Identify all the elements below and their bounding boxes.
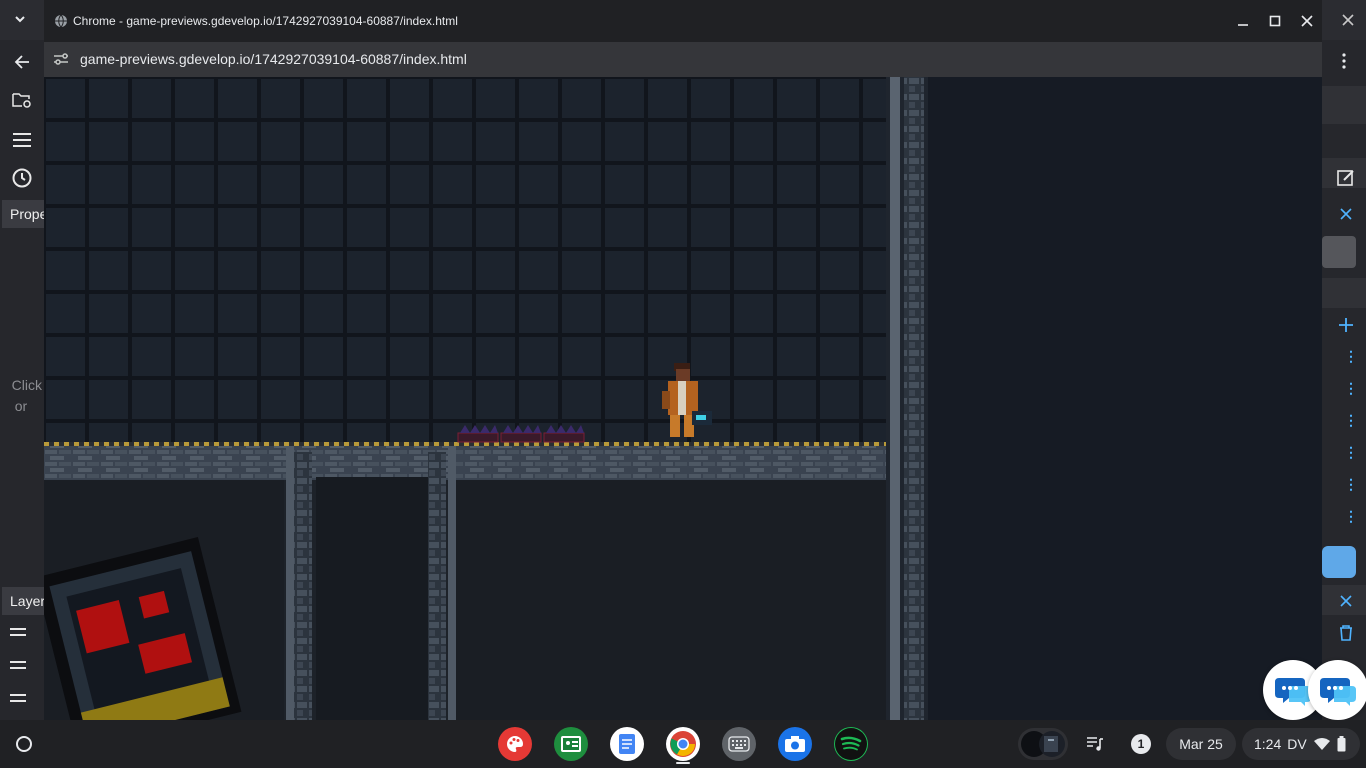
launcher-circle-icon: [16, 736, 32, 752]
more-options-icon[interactable]: ⋮: [1344, 348, 1358, 364]
time-text: 1:24: [1254, 736, 1282, 752]
playlist-music-icon: [1087, 737, 1103, 751]
layer-drag-handle[interactable]: [10, 628, 26, 636]
panel-close-button[interactable]: [1334, 589, 1358, 613]
folder-settings-button[interactable]: [8, 86, 36, 114]
browser-menu-button[interactable]: [1333, 48, 1355, 74]
app-keyboard[interactable]: [722, 727, 756, 761]
url-text[interactable]: game-previews.gdevelop.io/1742927039104-…: [80, 51, 467, 67]
hamburger-icon: [13, 133, 31, 147]
minimize-button[interactable]: [1232, 10, 1254, 32]
window-switcher-button[interactable]: [2, 0, 38, 38]
app-chrome[interactable]: [666, 727, 700, 761]
date-button[interactable]: Mar 25: [1166, 728, 1236, 760]
window-thumbnail-icon: [1021, 731, 1065, 757]
floor-bricks: [44, 446, 886, 480]
more-options-icon[interactable]: ⋮: [1344, 412, 1358, 428]
address-bar: game-previews.gdevelop.io/1742927039104-…: [44, 42, 1322, 77]
layer-drag-handle[interactable]: [10, 661, 26, 669]
add-button[interactable]: [1334, 313, 1358, 337]
close-icon: [1340, 208, 1352, 220]
notification-count-badge: 1: [1131, 734, 1151, 754]
close-button[interactable]: [1296, 10, 1318, 32]
classroom-icon: [561, 736, 581, 752]
camera-icon: [785, 736, 805, 752]
chrome-icon: [670, 731, 696, 757]
wifi-icon: [1313, 738, 1330, 750]
panel-close-button[interactable]: [1334, 202, 1358, 226]
shaft-wall: [286, 446, 294, 720]
game-canvas[interactable]: [44, 77, 1322, 720]
maximize-icon: [1269, 15, 1281, 27]
more-options-icon[interactable]: ⋮: [1344, 444, 1358, 460]
edit-object-button[interactable]: [1334, 166, 1358, 190]
more-options-icon[interactable]: ⋮: [1344, 476, 1358, 492]
globe-icon: [55, 14, 67, 28]
launcher-button[interactable]: [12, 732, 36, 756]
window-title: Chrome - game-previews.gdevelop.io/17429…: [73, 14, 458, 28]
editor-menu-button[interactable]: [6, 126, 38, 154]
wall-panels: [44, 77, 886, 443]
plus-icon: [1339, 318, 1353, 332]
properties-tab[interactable]: Properties: [2, 200, 44, 228]
chat-icon: [1275, 678, 1311, 706]
chrome-title-bar: Chrome - game-previews.gdevelop.io/17429…: [44, 0, 1322, 42]
keyboard-icon: [728, 736, 750, 752]
editor-left-panel: Properties Click or Layers: [0, 40, 44, 720]
maximize-button[interactable]: [1264, 10, 1286, 32]
trash-icon: [1340, 625, 1352, 641]
close-icon: [1342, 14, 1354, 26]
screen: Properties Click or Layers ⋮ ⋮ ⋮ ⋮ ⋮ ⋮ C…: [0, 0, 1366, 768]
editor-history-button[interactable]: [6, 164, 38, 192]
status-area-button[interactable]: 1:24 DV: [1242, 728, 1360, 760]
delete-button[interactable]: [1334, 621, 1358, 645]
void-area: [928, 77, 1322, 720]
close-icon: [1301, 15, 1313, 27]
chat-icon: [1320, 678, 1356, 706]
media-controls-button[interactable]: [1084, 728, 1106, 760]
minimize-icon: [1238, 24, 1248, 26]
empty-hint-line2: or: [14, 398, 28, 414]
primary-action-button[interactable]: [1322, 546, 1356, 578]
hazard-stripe: [44, 442, 886, 446]
active-app-indicator: [676, 762, 690, 764]
more-vert-icon: [1342, 53, 1346, 69]
app-sketch[interactable]: [498, 727, 532, 761]
chat-launcher[interactable]: [1308, 660, 1366, 720]
shelf: 1 Mar 25 1:24 DV: [0, 720, 1366, 768]
app-camera[interactable]: [778, 727, 812, 761]
tune-icon: [54, 53, 68, 65]
phone-hub-button[interactable]: [1018, 728, 1068, 760]
edit-icon: [1337, 170, 1354, 186]
battery-icon: [1337, 736, 1346, 752]
folder-gear-icon: [12, 93, 31, 108]
app-classroom[interactable]: [554, 727, 588, 761]
arrow-left-icon: [14, 55, 29, 69]
game-scene: [44, 77, 1322, 720]
date-text: Mar 25: [1179, 736, 1223, 752]
chevron-down-icon: [15, 16, 25, 23]
palette-icon: [507, 736, 523, 752]
user-initials: DV: [1287, 736, 1307, 752]
notifications-button[interactable]: 1: [1124, 728, 1158, 760]
app-docs[interactable]: [610, 727, 644, 761]
docs-icon: [619, 734, 635, 754]
site-info-button[interactable]: [52, 50, 70, 68]
back-button[interactable]: [8, 48, 36, 76]
spotify-icon: [835, 728, 867, 760]
more-options-icon[interactable]: ⋮: [1344, 380, 1358, 396]
empty-hint-line1: Click: [11, 377, 42, 393]
editor-close-button[interactable]: [1336, 10, 1360, 30]
app-spotify[interactable]: [834, 727, 868, 761]
search-field[interactable]: [1322, 236, 1356, 268]
layer-drag-handle[interactable]: [10, 694, 26, 702]
more-options-icon[interactable]: ⋮: [1344, 508, 1358, 524]
close-icon: [1340, 595, 1352, 607]
history-icon: [12, 168, 32, 188]
layers-tab[interactable]: Layers: [2, 587, 44, 615]
